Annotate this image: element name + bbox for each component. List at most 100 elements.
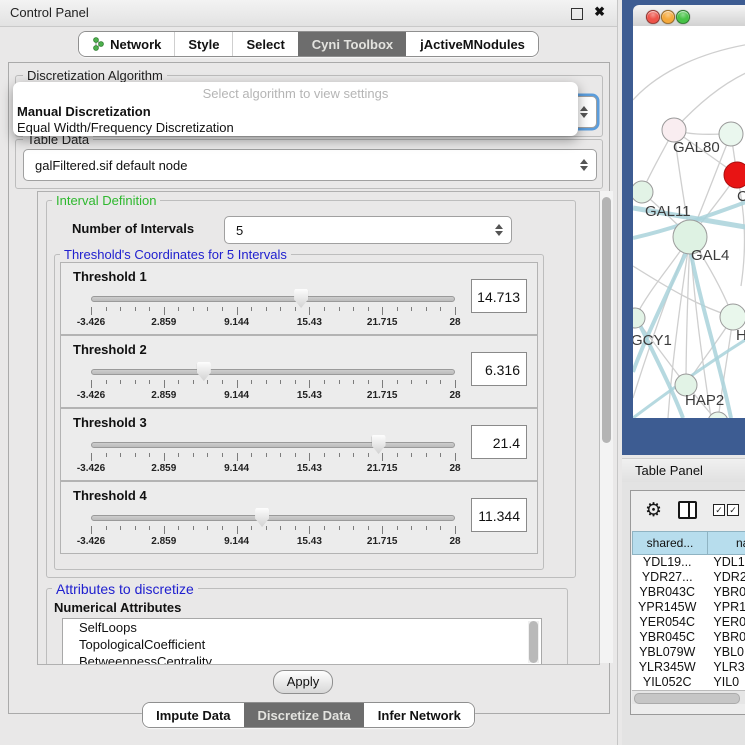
network-node[interactable]	[719, 122, 743, 146]
table-row[interactable]: YBR045CYBR0	[632, 630, 745, 645]
numerical-attributes-list[interactable]: SelfLoopsTopologicalCoefficientBetweenne…	[62, 618, 542, 665]
tab-discretize-data[interactable]: Discretize Data	[244, 703, 364, 727]
table-hscrollbar-thumb[interactable]	[634, 693, 740, 704]
threshold-value-field[interactable]: 21.4	[471, 425, 527, 459]
column-header-name[interactable]: na	[707, 531, 745, 555]
threshold-value-field[interactable]: 11.344	[471, 498, 527, 532]
cell-shared-name[interactable]: YPR145W	[632, 600, 702, 615]
threshold-slider[interactable]: -3.4262.8599.14415.4321.71528	[91, 439, 455, 477]
cell-shared-name[interactable]: YBR045C	[632, 630, 702, 645]
network-canvas[interactable]: GAL80GACGAL11GAL4GCY1HHAP2	[633, 26, 745, 418]
bottom-tab-group: Impute Data Discretize Data Infer Network	[142, 702, 475, 728]
tab-style[interactable]: Style	[174, 32, 232, 56]
cell-shared-name[interactable]: YLR345W	[632, 660, 702, 675]
slider-thumb[interactable]	[255, 508, 269, 527]
network-node[interactable]	[708, 412, 728, 418]
cell-name[interactable]: YLR3	[702, 660, 745, 675]
slider-track[interactable]	[91, 296, 455, 302]
dropdown-item[interactable]: Manual Discretization	[17, 103, 571, 120]
attribute-list-item[interactable]: BetweennessCentrality	[63, 653, 541, 665]
dropdown-item[interactable]: Equal Width/Frequency Discretization	[17, 119, 571, 136]
cell-name[interactable]: YDR2	[702, 570, 745, 585]
tab-network[interactable]: Network	[79, 32, 174, 56]
attribute-list-item[interactable]: SelfLoops	[63, 619, 541, 636]
table-row[interactable]: YPR145WYPR1	[632, 600, 745, 615]
slider-thumb[interactable]	[294, 289, 308, 308]
network-edge-highlighted[interactable]	[633, 311, 683, 418]
tick-label: 28	[449, 536, 460, 547]
table-row[interactable]: YIL052CYIL0	[632, 675, 745, 690]
threshold-value-field[interactable]: 6.316	[471, 352, 527, 386]
float-window-icon[interactable]	[571, 8, 583, 20]
tab-label: Discretize Data	[258, 708, 351, 723]
slider-thumb[interactable]	[197, 362, 211, 381]
checkbox-icon[interactable]: ✓	[727, 504, 739, 516]
threshold-value-field[interactable]: 14.713	[471, 279, 527, 313]
cell-name[interactable]: YBR0	[702, 585, 745, 600]
cell-name[interactable]: YIL0	[702, 675, 745, 690]
slider-track[interactable]	[91, 515, 455, 521]
network-node-label: GAL4	[691, 247, 729, 264]
close-icon[interactable]: ✖	[594, 4, 605, 20]
list-scrollbar[interactable]	[528, 621, 539, 663]
list-scrollbar-thumb[interactable]	[529, 621, 538, 663]
cell-shared-name[interactable]: YER054C	[632, 615, 702, 630]
table-row[interactable]: YBR043CYBR0	[632, 585, 745, 600]
gear-icon[interactable]: ⚙	[645, 501, 662, 520]
tab-select[interactable]: Select	[232, 32, 297, 56]
split-columns-icon[interactable]	[678, 501, 697, 519]
cell-name[interactable]: YBR0	[702, 630, 745, 645]
close-traffic-light[interactable]	[646, 10, 660, 24]
table-row[interactable]: YDL19...YDL1	[632, 555, 745, 570]
slider-track[interactable]	[91, 442, 455, 448]
cell-shared-name[interactable]: YDL19...	[632, 555, 702, 570]
table-row[interactable]: YDR27...YDR2	[632, 570, 745, 585]
cell-shared-name[interactable]: YDR27...	[632, 570, 702, 585]
threshold-slider[interactable]: -3.4262.8599.14415.4321.71528	[91, 293, 455, 331]
column-header-shared-name[interactable]: shared...	[632, 531, 708, 555]
tab-label: Style	[188, 37, 219, 52]
network-node[interactable]	[724, 162, 745, 188]
number-of-intervals-spinner[interactable]: 5	[224, 216, 512, 244]
table-row[interactable]: YLR345WYLR3	[632, 660, 745, 675]
tick-mark	[149, 526, 150, 530]
cell-shared-name[interactable]: YBR043C	[632, 585, 702, 600]
cell-shared-name[interactable]: YBL079W	[632, 645, 702, 660]
table-data-combobox[interactable]: galFiltered.sif default node	[23, 149, 597, 181]
minimize-traffic-light[interactable]	[661, 10, 675, 24]
table-row[interactable]: YER054CYER0	[632, 615, 745, 630]
cell-name[interactable]: YER0	[702, 615, 745, 630]
network-edge[interactable]	[633, 266, 733, 317]
slider-thumb[interactable]	[372, 435, 386, 454]
tick-mark	[91, 307, 92, 315]
cell-shared-name[interactable]: YIL052C	[632, 675, 702, 690]
viewport-scrollbar[interactable]	[599, 191, 613, 663]
network-node[interactable]	[633, 308, 645, 328]
zoom-traffic-light[interactable]	[676, 10, 690, 24]
slider-track[interactable]	[91, 369, 455, 375]
attributes-group-label: Attributes to discretize	[52, 581, 198, 597]
checkbox-icon[interactable]: ✓	[713, 504, 725, 516]
network-edge[interactable]	[633, 42, 745, 100]
threshold-slider[interactable]: -3.4262.8599.14415.4321.71528	[91, 512, 455, 550]
tab-cyni-toolbox[interactable]: Cyni Toolbox	[298, 32, 406, 56]
tick-mark	[91, 526, 92, 534]
cell-name[interactable]: YPR1	[702, 600, 745, 615]
network-edge[interactable]	[674, 66, 745, 130]
table-hscrollbar[interactable]	[632, 690, 745, 704]
apply-button[interactable]: Apply	[273, 670, 333, 694]
tick-label: 15.43	[297, 536, 322, 547]
table-row[interactable]: YBL079WYBL0	[632, 645, 745, 660]
network-node[interactable]	[633, 181, 653, 203]
attribute-list-item[interactable]: TopologicalCoefficient	[63, 636, 541, 653]
network-graph[interactable]: GAL80GACGAL11GAL4GCY1HHAP2	[633, 26, 745, 418]
number-of-intervals-value: 5	[225, 223, 494, 238]
viewport-scrollbar-thumb[interactable]	[602, 197, 611, 443]
threshold-slider[interactable]: -3.4262.8599.14415.4321.71528	[91, 366, 455, 404]
tab-infer-network[interactable]: Infer Network	[364, 703, 474, 727]
cell-name[interactable]: YDL1	[702, 555, 745, 570]
cell-name[interactable]: YBL0	[702, 645, 745, 660]
tab-jactivemnodules[interactable]: jActiveMNodules	[406, 32, 538, 56]
tick-mark	[339, 453, 340, 457]
tab-impute-data[interactable]: Impute Data	[143, 703, 243, 727]
